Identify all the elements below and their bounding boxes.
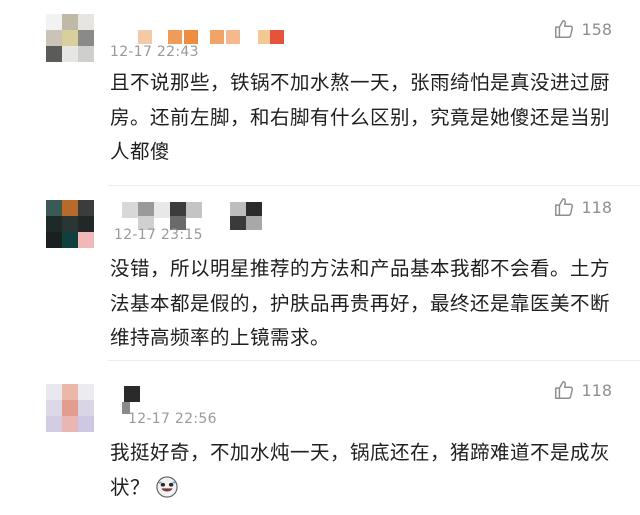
thumbs-up-icon — [555, 381, 574, 399]
username-blurred[interactable] — [108, 202, 268, 230]
comment-time: 12-17 23:15 — [114, 227, 203, 243]
laugh-cry-emoji-icon — [156, 475, 178, 498]
comment-text: 且不说那些，铁锅不加水熬一天，张雨绮怕是真没进过厨房。还前左脚，和右脚有什么区别… — [110, 71, 611, 163]
thumbs-up-icon — [555, 198, 574, 216]
avatar[interactable] — [46, 384, 94, 432]
avatar[interactable] — [46, 200, 94, 248]
comment-time: 12-17 22:43 — [110, 44, 199, 60]
divider — [108, 185, 640, 186]
like-count: 158 — [581, 19, 612, 39]
comment-text: 没错，所以明星推荐的方法和产品基本我都不会看。土方法基本都是假的，护肤品再贵再好… — [110, 257, 611, 349]
comment-text-body: 我挺好奇，不加水炖一天，锅底还在，猪蹄难道不是成灰状？ — [110, 441, 611, 499]
like-count: 118 — [581, 380, 612, 400]
thumbs-up-icon — [555, 20, 574, 38]
comment-text: 我挺好奇，不加水炖一天，锅底还在，猪蹄难道不是成灰状？ — [110, 436, 610, 505]
like-button[interactable]: 118 — [553, 196, 612, 218]
comment-time: 12-17 22:56 — [128, 411, 217, 427]
avatar[interactable] — [46, 14, 94, 62]
like-count: 118 — [581, 197, 612, 217]
username-blurred[interactable] — [108, 386, 148, 414]
like-button[interactable]: 118 — [553, 379, 612, 401]
divider — [108, 360, 640, 361]
like-button[interactable]: 158 — [553, 18, 612, 40]
